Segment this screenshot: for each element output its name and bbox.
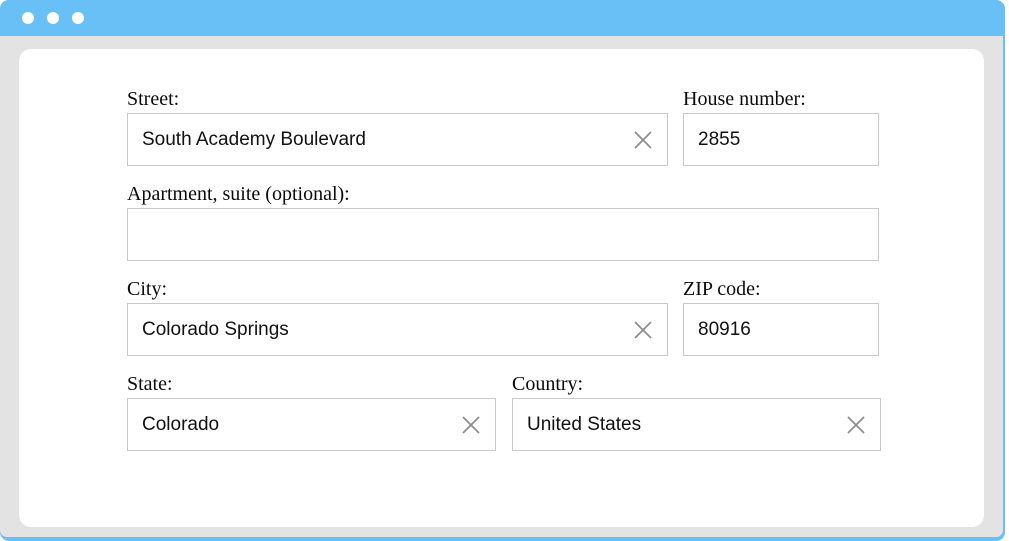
- input-state-value: Colorado: [142, 413, 220, 435]
- label-street: Street:: [127, 88, 180, 110]
- title-bar: [0, 0, 1005, 36]
- input-country[interactable]: United States: [512, 398, 881, 451]
- close-x-icon[interactable]: [460, 414, 482, 436]
- label-city: City:: [127, 278, 168, 300]
- input-city[interactable]: Colorado Springs: [127, 303, 668, 356]
- window-controls: [22, 12, 84, 24]
- close-dot[interactable]: [22, 12, 34, 24]
- input-house-number-value: 2855: [698, 128, 741, 150]
- label-zip-code: ZIP code:: [683, 278, 761, 300]
- field-country: Country: United States: [512, 372, 881, 451]
- field-street: Street: South Academy Boulevard: [127, 87, 668, 166]
- address-form: Street: South Academy Boulevard House nu…: [127, 87, 881, 451]
- label-country: Country:: [512, 373, 584, 395]
- input-zip-code-value: 80916: [698, 318, 751, 340]
- minimize-dot[interactable]: [47, 12, 59, 24]
- form-row: State: Colorado Country: United States: [127, 372, 881, 451]
- field-city: City: Colorado Springs: [127, 277, 668, 356]
- close-x-icon[interactable]: [632, 129, 654, 151]
- label-state: State:: [127, 373, 173, 395]
- address-form-card: Street: South Academy Boulevard House nu…: [19, 49, 984, 527]
- label-house-number: House number:: [683, 88, 806, 110]
- input-street[interactable]: South Academy Boulevard: [127, 113, 668, 166]
- label-apartment: Apartment, suite (optional):: [127, 183, 350, 205]
- field-state: State: Colorado: [127, 372, 496, 451]
- input-apartment[interactable]: [127, 208, 879, 261]
- form-row: Apartment, suite (optional):: [127, 182, 881, 261]
- input-city-value: Colorado Springs: [142, 318, 289, 340]
- close-x-icon[interactable]: [632, 319, 654, 341]
- browser-window: Street: South Academy Boulevard House nu…: [0, 0, 1009, 541]
- form-row: City: Colorado Springs ZIP code: 80916: [127, 277, 881, 356]
- input-country-value: United States: [527, 413, 642, 435]
- form-row: Street: South Academy Boulevard House nu…: [127, 87, 881, 166]
- input-street-value: South Academy Boulevard: [142, 128, 366, 150]
- field-house-number: House number: 2855: [683, 87, 879, 166]
- field-zip-code: ZIP code: 80916: [683, 277, 879, 356]
- input-state[interactable]: Colorado: [127, 398, 496, 451]
- input-house-number[interactable]: 2855: [683, 113, 879, 166]
- maximize-dot[interactable]: [72, 12, 84, 24]
- close-x-icon[interactable]: [845, 414, 867, 436]
- page-body: Street: South Academy Boulevard House nu…: [0, 36, 1003, 537]
- field-apartment: Apartment, suite (optional):: [127, 182, 879, 261]
- input-zip-code[interactable]: 80916: [683, 303, 879, 356]
